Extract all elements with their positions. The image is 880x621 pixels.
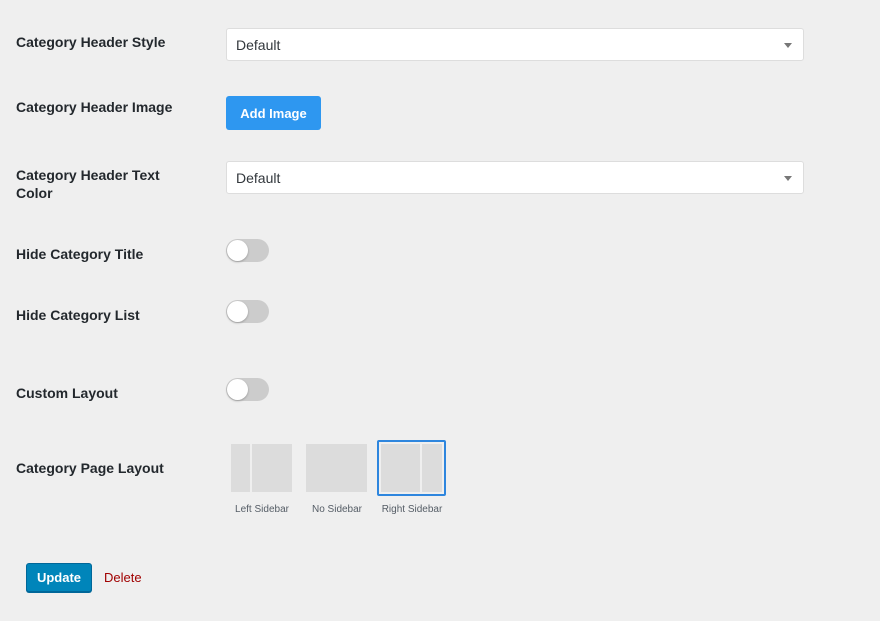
update-button[interactable]: Update xyxy=(26,563,92,592)
header-style-value: Default xyxy=(236,37,281,53)
left-sidebar-layout-icon xyxy=(231,444,292,492)
hide-title-label: Hide Category Title xyxy=(16,246,144,262)
toggle-knob xyxy=(227,379,248,400)
header-text-color-label-line2: Color xyxy=(16,185,53,201)
header-style-label: Category Header Style xyxy=(16,34,166,50)
page-layout-label: Category Page Layout xyxy=(16,460,164,476)
layout-caption-right-sidebar: Right Sidebar xyxy=(381,504,443,515)
hide-list-label: Hide Category List xyxy=(16,307,140,323)
right-sidebar-layout-icon xyxy=(381,444,442,492)
add-image-button[interactable]: Add Image xyxy=(226,96,321,130)
hide-list-toggle[interactable] xyxy=(226,300,269,323)
header-text-color-select[interactable]: Default xyxy=(226,161,804,194)
toggle-knob xyxy=(227,240,248,261)
toggle-knob xyxy=(227,301,248,322)
header-text-color-value: Default xyxy=(236,170,281,186)
header-image-label: Category Header Image xyxy=(16,99,173,115)
custom-layout-toggle[interactable] xyxy=(226,378,269,401)
no-sidebar-layout-icon xyxy=(306,444,367,492)
delete-link[interactable]: Delete xyxy=(104,570,142,585)
chevron-down-icon xyxy=(784,43,792,48)
header-text-color-label-line1: Category Header Text xyxy=(16,167,160,183)
custom-layout-label: Custom Layout xyxy=(16,385,118,401)
hide-title-toggle[interactable] xyxy=(226,239,269,262)
chevron-down-icon xyxy=(784,176,792,181)
header-style-select[interactable]: Default xyxy=(226,28,804,61)
header-text-color-label: Category Header Text Color xyxy=(16,166,160,202)
